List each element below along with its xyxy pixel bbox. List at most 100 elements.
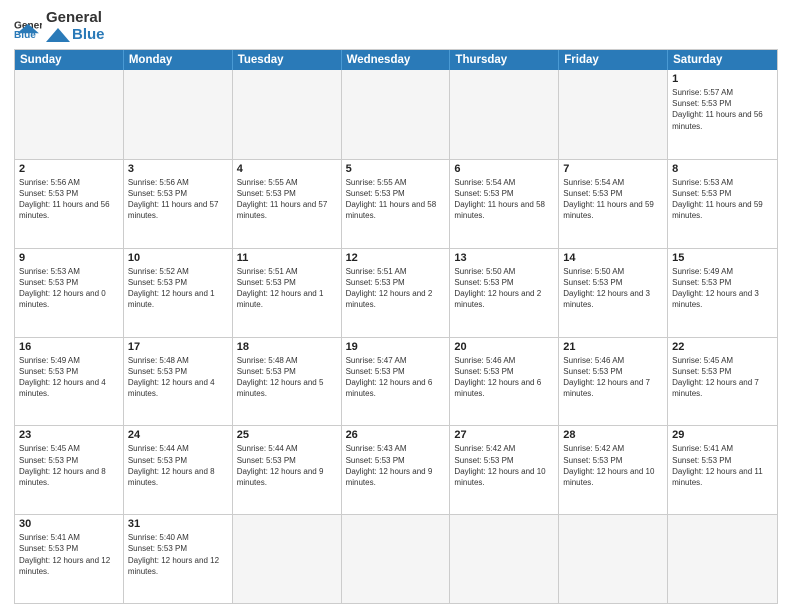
calendar-header: SundayMondayTuesdayWednesdayThursdayFrid… (15, 50, 777, 70)
calendar-week-1: 1Sunrise: 5:57 AMSunset: 5:53 PMDaylight… (15, 70, 777, 159)
calendar-week-3: 9Sunrise: 5:53 AMSunset: 5:53 PMDaylight… (15, 248, 777, 337)
weekday-header-sunday: Sunday (15, 50, 124, 70)
day-number: 25 (237, 429, 337, 441)
calendar-day-21: 21 Sunrise: 5:46 AMSunset: 5:53 PMDayligh… (559, 338, 668, 426)
calendar-day-25: 25 Sunrise: 5:44 AMSunset: 5:53 PMDayligh… (233, 426, 342, 514)
day-info: Sunrise: 5:40 AMSunset: 5:53 PMDaylight:… (128, 532, 228, 577)
calendar-day-17: 17Sunrise: 5:48 AMSunset: 5:53 PMDayligh… (124, 338, 233, 426)
day-info: Sunrise: 5:50 AMSunset: 5:53 PMDaylight:… (563, 266, 663, 311)
day-info: Sunrise: 5:43 AMSunset: 5:53 PMDaylight:… (346, 443, 446, 488)
day-info: Sunrise: 5:49 AMSunset: 5:53 PMDaylight:… (672, 266, 773, 311)
calendar-day-8: 8Sunrise: 5:53 AMSunset: 5:53 PMDaylight… (668, 160, 777, 248)
calendar-day-empty-0-2 (233, 70, 342, 159)
day-number: 22 (672, 341, 773, 353)
day-info: Sunrise: 5:48 AMSunset: 5:53 PMDaylight:… (128, 355, 228, 400)
logo-general: General (46, 10, 105, 27)
day-info: Sunrise: 5:41 AMSunset: 5:53 PMDaylight:… (672, 443, 773, 488)
day-info: Sunrise: 5:47 AMSunset: 5:53 PMDaylight:… (346, 355, 446, 400)
day-info: Sunrise: 5:44 AMSunset: 5:53 PMDaylight:… (237, 443, 337, 488)
calendar-day-1: 1Sunrise: 5:57 AMSunset: 5:53 PMDaylight… (668, 70, 777, 159)
day-info: Sunrise: 5:46 AMSunset: 5:53 PMDaylight:… (563, 355, 663, 400)
day-number: 15 (672, 252, 773, 264)
day-number: 4 (237, 163, 337, 175)
day-number: 6 (454, 163, 554, 175)
calendar-week-2: 2 Sunrise: 5:56 AMSunset: 5:53 PMDaylight… (15, 159, 777, 248)
logo-icon: General Blue (14, 16, 42, 38)
calendar-day-empty-5-3 (342, 515, 451, 603)
calendar-day-28: 28Sunrise: 5:42 AMSunset: 5:53 PMDayligh… (559, 426, 668, 514)
calendar-day-29: 29 Sunrise: 5:41 AMSunset: 5:53 PMDayligh… (668, 426, 777, 514)
weekday-header-saturday: Saturday (668, 50, 777, 70)
day-number: 5 (346, 163, 446, 175)
calendar-week-6: 30 Sunrise: 5:41 AMSunset: 5:53 PMDayligh… (15, 514, 777, 603)
day-info: Sunrise: 5:49 AMSunset: 5:53 PMDaylight:… (19, 355, 119, 400)
day-number: 23 (19, 429, 119, 441)
calendar-day-12: 12Sunrise: 5:51 AMSunset: 5:53 PMDayligh… (342, 249, 451, 337)
day-info: Sunrise: 5:54 AMSunset: 5:53 PMDaylight:… (563, 177, 663, 222)
day-number: 1 (672, 73, 773, 85)
day-number: 31 (128, 518, 228, 530)
calendar-day-empty-5-2 (233, 515, 342, 603)
calendar-day-30: 30 Sunrise: 5:41 AMSunset: 5:53 PMDayligh… (15, 515, 124, 603)
day-number: 30 (19, 518, 119, 530)
calendar-day-empty-5-6 (668, 515, 777, 603)
calendar-day-24: 24 Sunrise: 5:44 AMSunset: 5:53 PMDayligh… (124, 426, 233, 514)
day-number: 27 (454, 429, 554, 441)
day-number: 26 (346, 429, 446, 441)
calendar: SundayMondayTuesdayWednesdayThursdayFrid… (14, 49, 778, 604)
calendar-day-empty-0-0 (15, 70, 124, 159)
day-info: Sunrise: 5:53 AMSunset: 5:53 PMDaylight:… (672, 177, 773, 222)
weekday-header-friday: Friday (559, 50, 668, 70)
logo-triangle (46, 28, 70, 42)
calendar-day-empty-5-5 (559, 515, 668, 603)
logo-blue: Blue (72, 27, 105, 44)
calendar-day-3: 3Sunrise: 5:56 AMSunset: 5:53 PMDaylight… (124, 160, 233, 248)
calendar-day-4: 4 Sunrise: 5:55 AMSunset: 5:53 PMDaylight… (233, 160, 342, 248)
day-info: Sunrise: 5:46 AMSunset: 5:53 PMDaylight:… (454, 355, 554, 400)
day-number: 7 (563, 163, 663, 175)
day-info: Sunrise: 5:42 AMSunset: 5:53 PMDaylight:… (563, 443, 663, 488)
calendar-day-empty-0-1 (124, 70, 233, 159)
day-number: 13 (454, 252, 554, 264)
day-info: Sunrise: 5:44 AMSunset: 5:53 PMDaylight:… (128, 443, 228, 488)
day-number: 2 (19, 163, 119, 175)
day-number: 29 (672, 429, 773, 441)
calendar-day-13: 13 Sunrise: 5:50 AMSunset: 5:53 PMDayligh… (450, 249, 559, 337)
day-number: 16 (19, 341, 119, 353)
calendar-week-5: 23 Sunrise: 5:45 AMSunset: 5:53 PMDayligh… (15, 425, 777, 514)
day-info: Sunrise: 5:45 AMSunset: 5:53 PMDaylight:… (19, 443, 119, 488)
calendar-day-10: 10Sunrise: 5:52 AMSunset: 5:53 PMDayligh… (124, 249, 233, 337)
day-info: Sunrise: 5:42 AMSunset: 5:53 PMDaylight:… (454, 443, 554, 488)
day-info: Sunrise: 5:53 AMSunset: 5:53 PMDaylight:… (19, 266, 119, 311)
calendar-day-7: 7 Sunrise: 5:54 AMSunset: 5:53 PMDaylight… (559, 160, 668, 248)
day-number: 21 (563, 341, 663, 353)
svg-text:Blue: Blue (14, 29, 36, 37)
day-number: 19 (346, 341, 446, 353)
day-number: 12 (346, 252, 446, 264)
calendar-day-9: 9Sunrise: 5:53 AMSunset: 5:53 PMDaylight… (15, 249, 124, 337)
day-number: 24 (128, 429, 228, 441)
day-info: Sunrise: 5:55 AMSunset: 5:53 PMDaylight:… (346, 177, 446, 222)
header: General Blue General Blue (14, 10, 778, 43)
calendar-day-23: 23 Sunrise: 5:45 AMSunset: 5:53 PMDayligh… (15, 426, 124, 514)
calendar-week-4: 16 Sunrise: 5:49 AMSunset: 5:53 PMDayligh… (15, 337, 777, 426)
day-info: Sunrise: 5:55 AMSunset: 5:53 PMDaylight:… (237, 177, 337, 222)
day-number: 20 (454, 341, 554, 353)
day-info: Sunrise: 5:51 AMSunset: 5:53 PMDaylight:… (237, 266, 337, 311)
calendar-day-26: 26 Sunrise: 5:43 AMSunset: 5:53 PMDayligh… (342, 426, 451, 514)
day-number: 18 (237, 341, 337, 353)
weekday-header-tuesday: Tuesday (233, 50, 342, 70)
day-info: Sunrise: 5:56 AMSunset: 5:53 PMDaylight:… (128, 177, 228, 222)
calendar-day-empty-0-3 (342, 70, 451, 159)
calendar-day-18: 18 Sunrise: 5:48 AMSunset: 5:53 PMDayligh… (233, 338, 342, 426)
calendar-day-14: 14Sunrise: 5:50 AMSunset: 5:53 PMDayligh… (559, 249, 668, 337)
calendar-day-empty-5-4 (450, 515, 559, 603)
day-info: Sunrise: 5:50 AMSunset: 5:53 PMDaylight:… (454, 266, 554, 311)
weekday-header-monday: Monday (124, 50, 233, 70)
logo: General Blue General Blue (14, 10, 105, 43)
calendar-day-empty-0-5 (559, 70, 668, 159)
day-info: Sunrise: 5:41 AMSunset: 5:53 PMDaylight:… (19, 532, 119, 577)
day-info: Sunrise: 5:48 AMSunset: 5:53 PMDaylight:… (237, 355, 337, 400)
page: General Blue General Blue SundayMondayTu… (0, 0, 792, 612)
calendar-day-22: 22Sunrise: 5:45 AMSunset: 5:53 PMDayligh… (668, 338, 777, 426)
